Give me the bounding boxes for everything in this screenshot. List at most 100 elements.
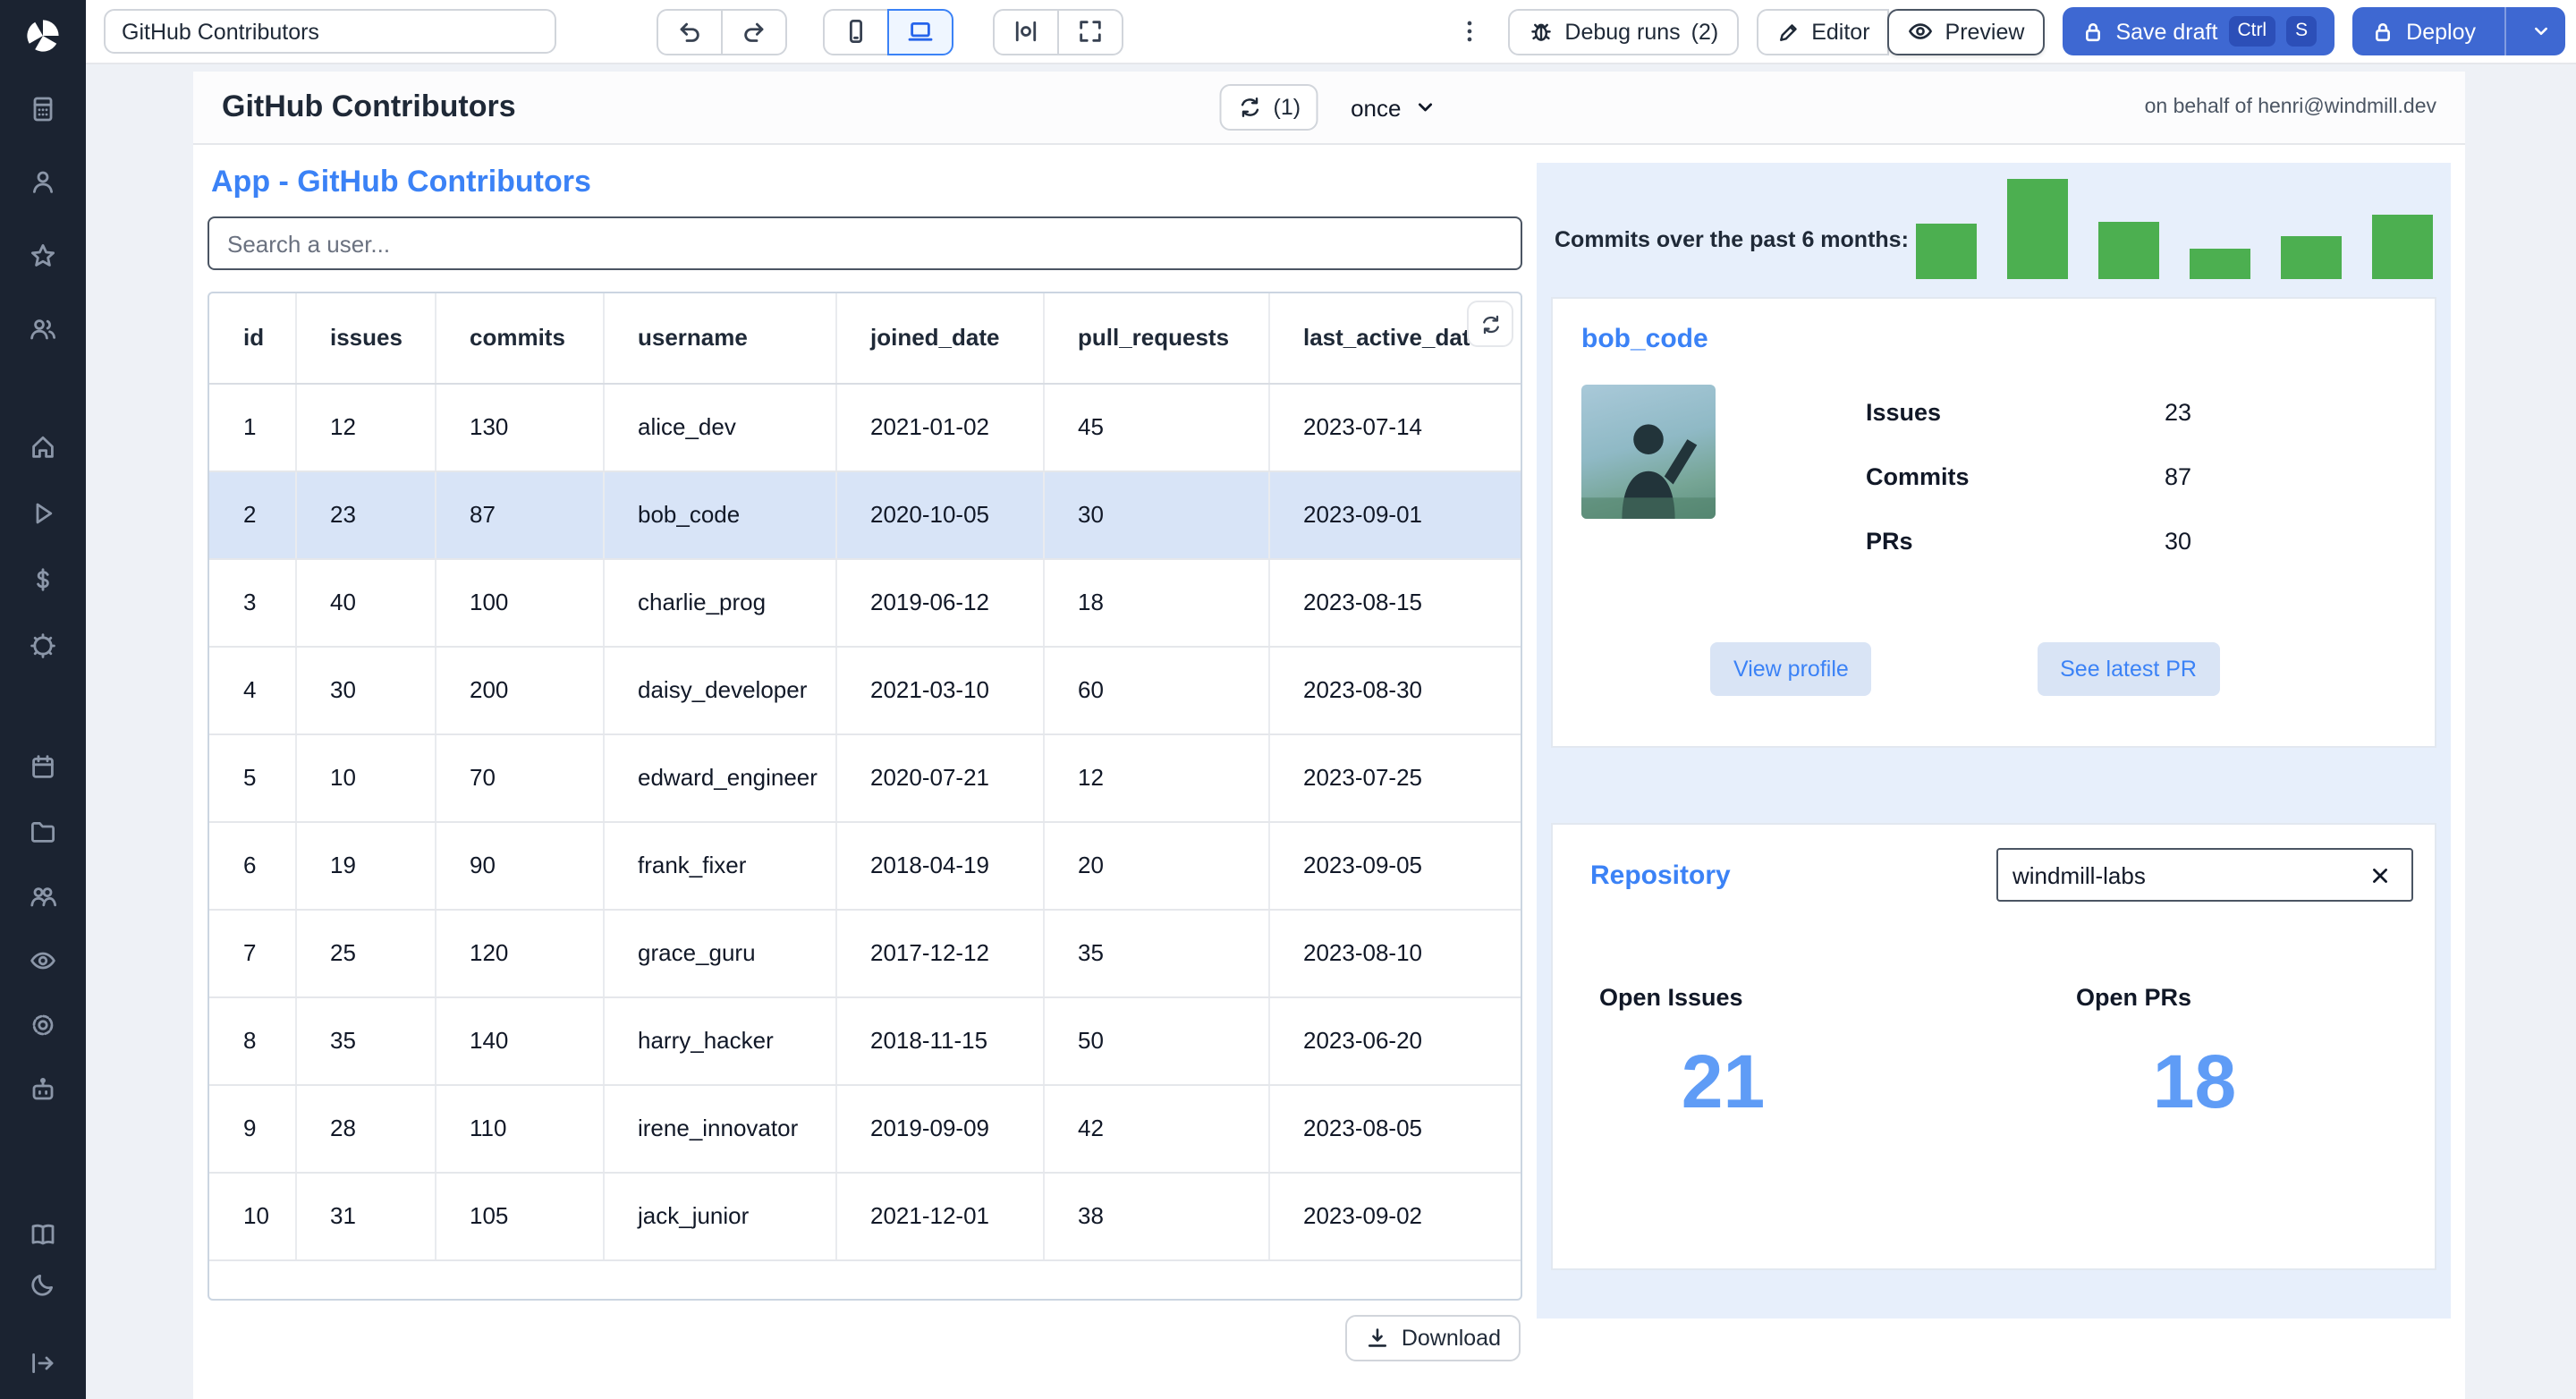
sidebar-group-top bbox=[29, 95, 57, 343]
star-icon[interactable] bbox=[29, 242, 57, 270]
table-row[interactable]: 2 23 87 bob_code 2020-10-05 30 2023-09-01 bbox=[209, 471, 1521, 559]
topbar-right-group: Debug runs (2) Editor Preview Save draft… bbox=[1448, 7, 2565, 55]
deploy-icon bbox=[2376, 21, 2391, 41]
moon-icon[interactable] bbox=[29, 1270, 57, 1299]
laptop-icon bbox=[908, 21, 933, 41]
preview-button[interactable]: Preview bbox=[1887, 8, 2045, 55]
open-prs-value: 18 bbox=[2152, 1039, 2237, 1123]
users-icon[interactable] bbox=[29, 315, 57, 343]
table-cell: 10 bbox=[209, 1172, 296, 1260]
table-row[interactable]: 7 25 120 grace_guru 2017-12-12 35 2023-08-10 bbox=[209, 909, 1521, 997]
deploy-main[interactable]: Deploy bbox=[2352, 19, 2494, 44]
refresh-app-button[interactable]: (1) bbox=[1219, 84, 1319, 131]
desktop-view-button[interactable] bbox=[887, 8, 953, 55]
stat-value: 87 bbox=[2165, 463, 2192, 490]
refresh-icon bbox=[1482, 314, 1498, 334]
open-issues-metric: Open Issues 21 bbox=[1574, 984, 1994, 1125]
column-header[interactable]: id bbox=[209, 293, 296, 384]
redo-button[interactable] bbox=[721, 8, 787, 55]
table-cell: 50 bbox=[1043, 996, 1269, 1085]
stat-row: Commits 87 bbox=[1866, 463, 2406, 490]
windmill-logo[interactable] bbox=[23, 16, 63, 55]
column-header[interactable]: commits bbox=[435, 293, 604, 384]
see-latest-pr-button[interactable]: See latest PR bbox=[2037, 642, 2220, 696]
save-draft-label: Save draft bbox=[2115, 19, 2218, 44]
sidebar bbox=[0, 0, 86, 1399]
mobile-view-button[interactable] bbox=[823, 8, 889, 55]
table-cell: 2023-06-20 bbox=[1268, 996, 1521, 1085]
table-cell: 25 bbox=[295, 909, 436, 997]
repository-input[interactable] bbox=[2012, 861, 2363, 888]
search-input[interactable] bbox=[208, 216, 1522, 270]
table-row[interactable]: 4 30 200 daisy_developer 2021-03-10 60 2023-08… bbox=[209, 646, 1521, 734]
column-header[interactable]: pull_requests bbox=[1043, 293, 1269, 384]
user-icon[interactable] bbox=[29, 168, 57, 197]
table-row[interactable]: 1 12 130 alice_dev 2021-01-02 45 2023-07-14 bbox=[209, 383, 1521, 471]
table-row[interactable]: 8 35 140 harry_hacker 2018-11-15 50 2023-06-20 bbox=[209, 996, 1521, 1085]
column-header[interactable]: username bbox=[603, 293, 836, 384]
table-filler-row bbox=[209, 1259, 1521, 1299]
save-draft-button[interactable]: Save draft Ctrl S bbox=[2062, 7, 2335, 55]
user-avatar-image bbox=[1581, 385, 1716, 519]
table-row[interactable]: 3 40 100 charlie_prog 2019-06-12 18 2023-08-15 bbox=[209, 558, 1521, 647]
table-cell: frank_fixer bbox=[603, 821, 836, 910]
clear-repository-button[interactable] bbox=[2363, 858, 2397, 892]
calculator-icon[interactable] bbox=[29, 95, 57, 123]
table-cell: 1 bbox=[209, 383, 296, 471]
calendar-icon[interactable] bbox=[29, 753, 57, 782]
folder-icon[interactable] bbox=[29, 818, 57, 846]
home-icon[interactable] bbox=[29, 433, 57, 462]
play-icon[interactable] bbox=[29, 499, 57, 528]
table-cell: 28 bbox=[295, 1084, 436, 1173]
table-refresh-button[interactable] bbox=[1467, 301, 1513, 347]
view-profile-button[interactable]: View profile bbox=[1710, 642, 1872, 696]
table-cell: charlie_prog bbox=[603, 558, 836, 647]
column-header[interactable]: joined_date bbox=[835, 293, 1044, 384]
more-options-button[interactable] bbox=[1448, 14, 1489, 48]
table-cell: grace_guru bbox=[603, 909, 836, 997]
commit-bar bbox=[2007, 179, 2068, 279]
table-cell: 2023-08-05 bbox=[1268, 1084, 1521, 1173]
commit-bar bbox=[2281, 236, 2342, 279]
eye-icon[interactable] bbox=[29, 946, 57, 975]
download-button[interactable]: Download bbox=[1345, 1315, 1521, 1361]
sidebar-group-lower bbox=[29, 753, 57, 1104]
editor-button[interactable]: Editor bbox=[1756, 8, 1890, 55]
commit-bar bbox=[1916, 224, 1977, 279]
table-cell: 2023-08-10 bbox=[1268, 909, 1521, 997]
app-header-title: GitHub Contributors bbox=[222, 89, 516, 123]
column-header[interactable]: issues bbox=[295, 293, 436, 384]
repository-metrics: Open Issues 21 Open PRs 18 bbox=[1574, 984, 2413, 1125]
book-icon[interactable] bbox=[29, 1220, 57, 1249]
table-cell: 100 bbox=[435, 558, 604, 647]
stat-label: PRs bbox=[1866, 528, 1913, 555]
dollar-icon[interactable] bbox=[29, 565, 57, 594]
arrow-right-icon[interactable] bbox=[29, 1349, 57, 1378]
table-cell: 30 bbox=[1043, 471, 1269, 559]
center-align-button[interactable] bbox=[993, 8, 1059, 55]
gear-icon[interactable] bbox=[29, 1011, 57, 1039]
refresh-schedule-select[interactable]: once bbox=[1351, 94, 1438, 121]
pencil-icon bbox=[1779, 23, 1796, 40]
table-cell: 9 bbox=[209, 1084, 296, 1173]
commit-bar bbox=[2190, 249, 2250, 279]
deploy-dropdown-button[interactable] bbox=[2517, 20, 2565, 43]
app-title-input[interactable] bbox=[104, 9, 556, 54]
table-row[interactable]: 10 31 105 jack_junior 2021-12-01 38 2023-09-02 bbox=[209, 1172, 1521, 1260]
debug-runs-button[interactable]: Debug runs (2) bbox=[1507, 8, 1739, 55]
sidebar-group-middle bbox=[29, 433, 57, 660]
wheel-icon[interactable] bbox=[29, 632, 57, 660]
left-column: App - GitHub Contributors idissuescommit… bbox=[208, 163, 1522, 1399]
undo-button[interactable] bbox=[657, 8, 723, 55]
table-row[interactable]: 9 28 110 irene_innovator 2019-09-09 42 2023-08… bbox=[209, 1084, 1521, 1173]
deploy-button[interactable]: Deploy bbox=[2352, 7, 2565, 55]
table-cell: 12 bbox=[295, 383, 436, 471]
table-row[interactable]: 5 10 70 edward_engineer 2020-07-21 12 2023-07-… bbox=[209, 733, 1521, 822]
table-cell: 3 bbox=[209, 558, 296, 647]
robot-icon[interactable] bbox=[29, 1075, 57, 1104]
user-group-icon[interactable] bbox=[29, 882, 57, 911]
table-row[interactable]: 6 19 90 frank_fixer 2018-04-19 20 2023-09-05 bbox=[209, 821, 1521, 910]
editor-preview-group: Editor Preview bbox=[1756, 8, 2045, 55]
fullscreen-button[interactable] bbox=[1057, 8, 1123, 55]
sidebar-group-bottom bbox=[29, 1220, 57, 1299]
